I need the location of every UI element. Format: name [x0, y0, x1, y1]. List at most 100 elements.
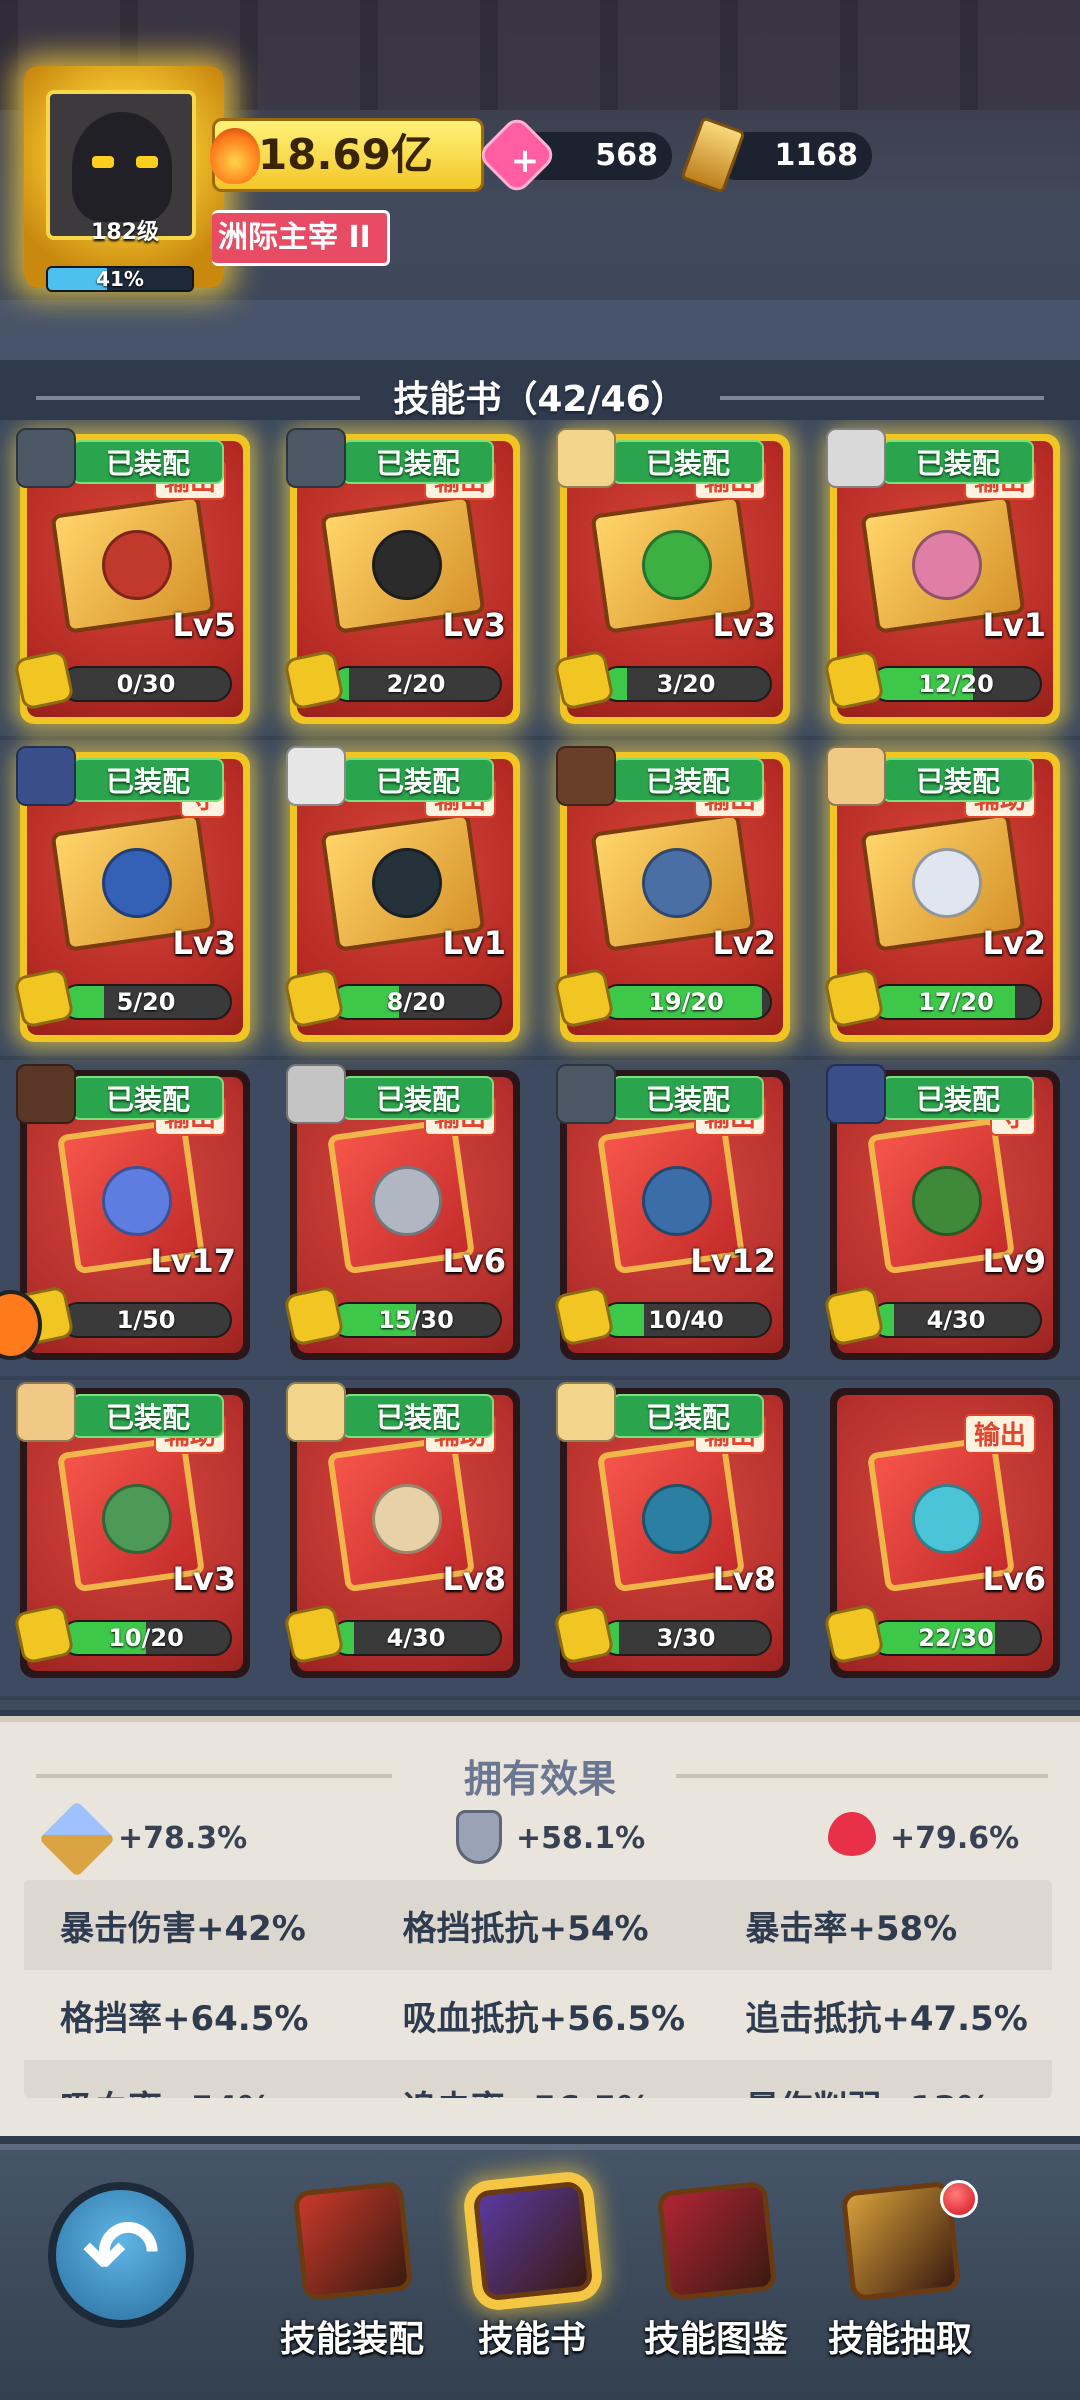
- stat-cell: 格挡率+64.5%: [60, 1998, 309, 2039]
- equipped-badge: 已装配: [342, 1394, 494, 1438]
- eye-icon: [136, 156, 158, 168]
- progress-text: 10/20: [108, 1624, 184, 1652]
- hero-avatar-icon: [556, 1064, 616, 1124]
- skill-item-icon: [912, 1166, 982, 1236]
- skill-level: Lv3: [172, 924, 236, 962]
- skill-item-icon: [642, 848, 712, 918]
- skill-level: Lv17: [150, 1242, 236, 1280]
- equipped-badge: 已装配: [342, 440, 494, 484]
- skill-item-icon: [102, 530, 172, 600]
- skill-book-card[interactable]: 辅助Lv310/20已装配: [13, 1382, 250, 1678]
- skill-item-icon: [642, 1484, 712, 1554]
- heart-icon: [828, 1812, 876, 1856]
- attack-bonus: +78.3%: [118, 1821, 248, 1856]
- equipped-badge: 已装配: [612, 1394, 764, 1438]
- progress-text: 0/30: [116, 670, 176, 698]
- skill-level: Lv3: [172, 1560, 236, 1598]
- skill-book-card[interactable]: 输出Lv33/20已装配: [553, 428, 790, 724]
- stat-row: 吸血率+54% 追击率+56.5% 暴伤削弱+13%: [24, 2060, 1052, 2098]
- puzzle-piece-icon: [823, 1603, 885, 1665]
- skill-book-card[interactable]: 输出Lv171/50已装配: [13, 1064, 250, 1360]
- helmet-icon: [72, 112, 172, 222]
- skill-type-tag: 输出: [963, 1414, 1036, 1454]
- notification-dot: [940, 2180, 978, 2218]
- nav-skill-equip[interactable]: 技能装配: [262, 2172, 442, 2388]
- skill-book-card[interactable]: 输出Lv1210/40已装配: [553, 1064, 790, 1360]
- skill-item-icon: [642, 530, 712, 600]
- skill-book-grid[interactable]: 输出Lv50/30已装配输出Lv32/20已装配输出Lv33/20已装配输出Lv…: [0, 420, 1080, 1710]
- skill-item-icon: [912, 1484, 982, 1554]
- progress-text: 1/50: [116, 1306, 176, 1334]
- skill-item-icon: [642, 1166, 712, 1236]
- equipped-badge: 已装配: [342, 758, 494, 802]
- skill-book-card[interactable]: 输出Lv18/20已装配: [283, 746, 520, 1042]
- section-title: 技能书（42/46）: [393, 379, 687, 420]
- skill-book-card[interactable]: 输出Lv615/30已装配: [283, 1064, 520, 1360]
- hero-avatar-icon: [286, 1064, 346, 1124]
- skill-item-icon: [912, 848, 982, 918]
- back-button[interactable]: ↶: [48, 2182, 194, 2328]
- skill-book-card[interactable]: 输出Lv50/30已装配: [13, 428, 250, 724]
- stat-cell: 吸血率+54%: [24, 2081, 367, 2099]
- nav-label: 技能抽取: [827, 2319, 972, 2360]
- skill-item-icon: [102, 1484, 172, 1554]
- back-arrow-icon: ↶: [82, 2200, 160, 2307]
- hero-avatar-icon: [826, 1064, 886, 1124]
- skill-book-card[interactable]: 守Lv94/30已装配: [823, 1064, 1060, 1360]
- fire-icon: [210, 128, 260, 184]
- puzzle-piece-icon: [283, 967, 345, 1029]
- equipped-badge: 已装配: [612, 1076, 764, 1120]
- hero-avatar-icon: [286, 746, 346, 806]
- equipped-badge: 已装配: [882, 1076, 1034, 1120]
- skill-level: Lv8: [442, 1560, 506, 1598]
- puzzle-piece-icon: [13, 649, 75, 711]
- equipped-badge: 已装配: [612, 758, 764, 802]
- skill-level: Lv1: [982, 606, 1046, 644]
- hp-bonus: +79.6%: [890, 1821, 1020, 1856]
- add-gem-icon[interactable]: +: [508, 144, 542, 178]
- stat-cell: 暴击率+58%: [745, 1908, 958, 1949]
- skill-level: Lv6: [982, 1560, 1046, 1598]
- puzzle-piece-icon: [553, 649, 615, 711]
- progress-text: 3/20: [656, 670, 716, 698]
- skill-item-icon: [372, 1166, 442, 1236]
- nav-label: 技能图鉴: [643, 2319, 788, 2360]
- stat-cell: 追击率+56.5%: [367, 2081, 710, 2099]
- nav-label: 技能装配: [279, 2319, 424, 2360]
- skill-book-card[interactable]: 输出 Lv6 22/30: [823, 1388, 1060, 1678]
- skill-item-icon: [372, 1484, 442, 1554]
- progress-text: 4/30: [926, 1306, 986, 1334]
- progress-text: 2/20: [386, 670, 446, 698]
- stat-row: 暴击伤害+42% 格挡抵抗+54% 暴击率+58%: [24, 1880, 1052, 1970]
- puzzle-piece-icon: [553, 1603, 615, 1665]
- hero-avatar-icon: [826, 428, 886, 488]
- progress-text: 19/20: [648, 988, 724, 1016]
- skill-book-card[interactable]: 辅助Lv217/20已装配: [823, 746, 1060, 1042]
- gear-book-icon: [292, 2180, 414, 2302]
- skill-book-card[interactable]: 输出Lv112/20已装配: [823, 428, 1060, 724]
- rank-title: 洲际主宰 II: [218, 220, 371, 255]
- stat-cell: 吸血抵抗+56.5%: [402, 1998, 686, 2039]
- skill-book-card[interactable]: 输出Lv83/30已装配: [553, 1382, 790, 1678]
- skill-item-icon: [912, 530, 982, 600]
- codex-book-icon: [656, 2180, 778, 2302]
- hero-avatar-icon: [16, 746, 76, 806]
- equipped-badge: 已装配: [72, 1076, 224, 1120]
- skill-book-card[interactable]: 输出Lv32/20已装配: [283, 428, 520, 724]
- eye-icon: [92, 156, 114, 168]
- gem-count: 568: [595, 138, 658, 173]
- progress-text: 8/20: [386, 988, 446, 1016]
- nav-skill-book[interactable]: 技能书: [442, 2172, 622, 2388]
- nav-skill-codex[interactable]: 技能图鉴: [626, 2172, 806, 2388]
- stat-table[interactable]: 暴击伤害+42% 格挡抵抗+54% 暴击率+58% 格挡率+64.5% 吸血抵抗…: [24, 1880, 1052, 2098]
- skill-book-card[interactable]: 守Lv35/20已装配: [13, 746, 250, 1042]
- puzzle-piece-icon: [283, 1603, 345, 1665]
- progress-text: 4/30: [386, 1624, 446, 1652]
- puzzle-piece-icon: [283, 1285, 345, 1347]
- hero-avatar-icon: [16, 1382, 76, 1442]
- skill-book-card[interactable]: 辅助Lv84/30已装配: [283, 1382, 520, 1678]
- progress-text: 12/20: [918, 670, 994, 698]
- puzzle-piece-icon: [553, 1285, 615, 1347]
- progress-text: 22/30: [918, 1624, 994, 1652]
- skill-book-card[interactable]: 输出Lv219/20已装配: [553, 746, 790, 1042]
